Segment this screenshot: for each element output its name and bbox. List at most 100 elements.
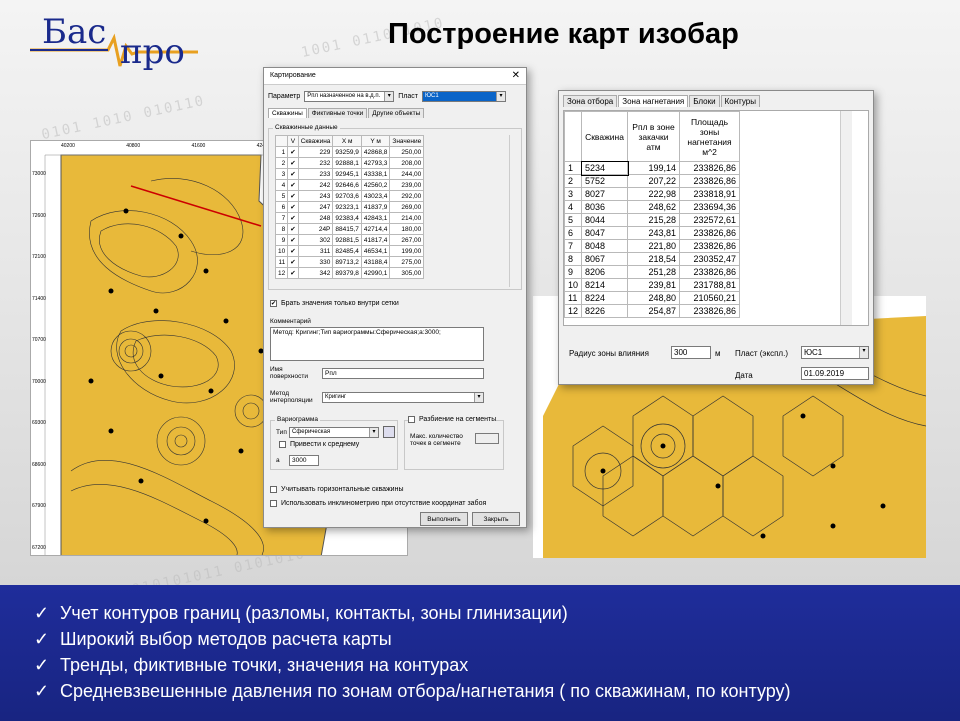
table-row[interactable]: 8 ✔ 24Р 88415,7 42714,4 180,00 <box>275 223 425 235</box>
table-cell: 1 <box>275 146 289 158</box>
table-header <box>275 135 289 147</box>
table-cell: 3 <box>564 187 583 201</box>
table-cell: 199,14 <box>627 161 681 175</box>
variogram-group: Вариограмма Тип Сферическая ▾ Привести к… <box>270 416 398 470</box>
tab-fictive-points[interactable]: Фиктивные точки <box>307 108 368 118</box>
table-cell: 1 <box>564 161 583 175</box>
table-row[interactable]: 4 8036 248,62 233694,36 <box>564 200 741 214</box>
segments-checkbox[interactable] <box>408 416 415 423</box>
a-value-input[interactable]: 3000 <box>289 455 319 466</box>
table-cell: 8214 <box>581 278 629 292</box>
table-cell: 218,54 <box>627 252 681 266</box>
tab-wells[interactable]: Скважины <box>268 108 307 118</box>
table-row[interactable]: 9 ✔ 302 92881,5 41817,4 267,00 <box>275 234 425 246</box>
method-label: Метод интерполяции <box>270 390 313 404</box>
feature-text: Широкий выбор методов расчета карты <box>60 629 392 649</box>
apply-button[interactable]: Выполнить <box>420 512 468 526</box>
table-cell: 230352,47 <box>679 252 741 266</box>
table-scrollbar[interactable] <box>509 135 519 287</box>
table-row[interactable]: 2 ✔ 232 92888,1 42793,3 208,00 <box>275 157 425 169</box>
horizontal-wells-checkbox[interactable] <box>270 486 277 493</box>
table-cell: 12 <box>564 304 583 318</box>
table-row[interactable]: 8 8067 218,54 230352,47 <box>564 252 741 266</box>
table-cell: 42990,1 <box>360 267 391 279</box>
table-cell: 207,22 <box>627 174 681 188</box>
max-points-label: Макс. количество точек в сегменте <box>410 433 463 447</box>
table-cell: 244,00 <box>389 168 425 180</box>
exploit-layer-value: ЮС1 <box>804 348 823 357</box>
inside-grid-checkbox[interactable]: ✔ <box>270 300 277 307</box>
list-item: ✓ Средневзвешенные давления по зонам отбо… <box>34 681 791 707</box>
table-cell: 92703,6 <box>332 190 362 202</box>
chevron-down-icon: ▾ <box>369 428 378 437</box>
close-button[interactable]: Закрыть <box>472 512 520 526</box>
inclinometry-label: Использовать инклинометрию при отсутстви… <box>281 500 487 507</box>
table-row[interactable]: 12 8226 254,87 233826,86 <box>564 304 741 318</box>
y-tick: 69300 <box>32 420 46 427</box>
table-row[interactable]: 1 5234 199,14 233826,86 <box>564 160 741 176</box>
tab-contours[interactable]: Контуры <box>720 95 760 107</box>
table-row[interactable]: 5 8044 215,28 232572,61 <box>564 213 741 227</box>
param-select[interactable]: Рпл назначенное на в.д.п. ▾ <box>304 91 395 102</box>
table-row[interactable]: 12 ✔ 342 89379,8 42990,1 305,00 <box>275 267 425 279</box>
table-row[interactable]: 7 ✔ 248 92383,4 42843,1 214,00 <box>275 212 425 224</box>
surface-name-input[interactable]: Рпл <box>322 368 484 379</box>
table-row[interactable]: 6 8047 243,81 233826,86 <box>564 226 741 240</box>
table-header: Скважина <box>297 135 334 147</box>
table-cell: 6 <box>564 226 583 240</box>
table-row[interactable]: 3 8027 222,98 233818,91 <box>564 187 741 201</box>
y-tick: 70700 <box>32 337 46 344</box>
exploit-layer-select[interactable]: ЮС1 ▾ <box>801 346 869 359</box>
table-cell: 92646,6 <box>332 179 362 191</box>
table-row[interactable]: 2 5752 207,22 233826,86 <box>564 174 741 188</box>
tab-other-objects[interactable]: Другие объекты <box>368 108 425 118</box>
injection-zone-table: Скважина Рпл в зоне закачки атм Площадь … <box>564 111 741 318</box>
y-tick: 72600 <box>32 212 46 219</box>
table-cell: 42714,4 <box>360 223 391 235</box>
inclinometry-checkbox[interactable] <box>270 500 277 507</box>
table-row[interactable]: 10 8214 239,81 231788,81 <box>564 278 741 292</box>
table-row[interactable]: 1 ✔ 229 93259,9 42868,8 250,00 <box>275 146 425 158</box>
variogram-chart-icon[interactable] <box>383 426 395 438</box>
table-header: Значение <box>389 135 425 147</box>
variogram-type-select[interactable]: Сферическая ▾ <box>289 427 379 438</box>
tab-blocks[interactable]: Блоки <box>689 95 720 107</box>
table-row[interactable]: 5 ✔ 243 92703,6 43023,4 292,00 <box>275 190 425 202</box>
radius-input[interactable]: 300 <box>671 346 711 359</box>
tab-injection-zone[interactable]: Зона нагнетания <box>618 95 689 107</box>
list-item: ✓ Тренды, фиктивные точки, значения на ко… <box>34 655 791 681</box>
y-tick: 71400 <box>32 295 46 302</box>
inside-grid-label: Брать значения только внутри сетки <box>281 300 399 307</box>
table-row[interactable]: 4 ✔ 242 92646,6 42560,2 239,00 <box>275 179 425 191</box>
table-cell: 8 <box>564 252 583 266</box>
close-icon[interactable]: ✕ <box>512 70 520 81</box>
table-cell: 43023,4 <box>360 190 391 202</box>
table-row[interactable]: 11 ✔ 330 89713,2 43188,4 275,00 <box>275 256 425 268</box>
max-points-input[interactable] <box>475 433 499 444</box>
tab-production-zone[interactable]: Зона отбора <box>563 95 618 107</box>
table-cell: 254,87 <box>627 304 681 318</box>
table-row[interactable]: 10 ✔ 311 82485,4 46534,1 199,00 <box>275 245 425 257</box>
date-input[interactable]: 01.09.2019 <box>801 367 869 380</box>
table-row[interactable]: 3 ✔ 233 92945,1 43338,1 244,00 <box>275 168 425 180</box>
layer-select[interactable]: ЮС1 ▾ <box>422 91 507 102</box>
table-cell: 8 <box>275 223 289 235</box>
table-cell: 233826,86 <box>679 161 741 175</box>
reduce-to-mean-label: Привести к среднему <box>290 441 360 448</box>
table-cell: 199,00 <box>389 245 425 257</box>
method-select[interactable]: Кригинг ▾ <box>322 392 484 403</box>
table-row[interactable]: 7 8048 221,80 233826,86 <box>564 239 741 253</box>
table-cell: 8027 <box>581 187 629 201</box>
table-cell: 9 <box>275 234 289 246</box>
comment-textarea[interactable]: Метод: Кригинг;Тип вариограммы:Сферическ… <box>270 327 484 361</box>
feature-text: Тренды, фиктивные точки, значения на кон… <box>60 655 469 675</box>
table-header: X м <box>332 135 362 147</box>
table-row[interactable]: 9 8206 251,28 233826,86 <box>564 265 741 279</box>
table-cell: 239,81 <box>627 278 681 292</box>
table-row[interactable]: 11 8224 248,80 210560,21 <box>564 291 741 305</box>
reduce-to-mean-checkbox[interactable] <box>279 441 286 448</box>
table-cell: 5 <box>564 213 583 227</box>
table-header: V <box>287 135 299 147</box>
zone-table-scrollbar[interactable] <box>840 111 852 325</box>
table-row[interactable]: 6 ✔ 247 92323,1 41837,9 269,00 <box>275 201 425 213</box>
